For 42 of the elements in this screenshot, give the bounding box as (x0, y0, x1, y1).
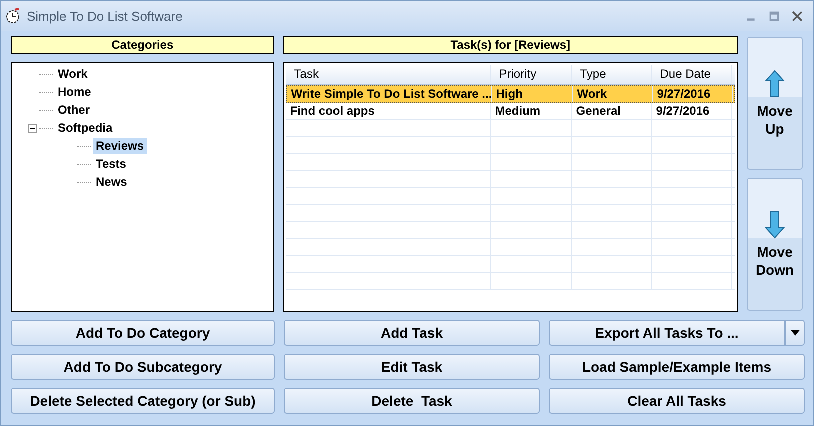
panel-header: Task(s) for [Reviews] (283, 36, 738, 54)
table-cell: Write Simple To Do List Software ... (287, 86, 492, 102)
action-button[interactable]: Delete Selected Category (or Sub) (11, 388, 275, 414)
caret-icon (790, 330, 800, 336)
tree-item[interactable]: Home (55, 84, 94, 100)
table-cell: 9/27/2016 (652, 103, 732, 119)
export-button[interactable]: Export All Tasks To ... (549, 320, 785, 346)
action-button[interactable]: Add To Do Category (11, 320, 275, 346)
column-header[interactable]: Priority (491, 65, 572, 84)
column-header[interactable]: Type (572, 65, 652, 84)
table-cell: Medium (491, 103, 572, 119)
table-cell: High (492, 86, 574, 102)
column-header[interactable]: Task (286, 65, 492, 84)
clock-icon (5, 8, 21, 24)
collapse-toggle[interactable] (28, 124, 37, 132)
up-arrow-icon (765, 70, 785, 98)
action-button[interactable]: Add Task (284, 320, 540, 346)
tree-item[interactable]: News (93, 174, 130, 190)
action-button[interactable]: Clear All Tasks (549, 388, 805, 414)
action-button[interactable]: Delete Task (284, 388, 540, 414)
move-up-button[interactable]: Move Up (747, 37, 803, 170)
column-header[interactable]: Due Date (652, 65, 732, 84)
table-cell: Work (573, 86, 654, 102)
tree-item[interactable]: Softpedia (55, 120, 116, 136)
action-button[interactable]: Load Sample/Example Items (549, 354, 805, 380)
action-button[interactable]: Add To Do Subcategory (11, 354, 275, 380)
close-icon[interactable] (792, 10, 803, 22)
window-title: Simple To Do List Software (27, 8, 183, 24)
table-row[interactable]: Find cool apps Medium General 9/27/2016 (286, 103, 735, 120)
table-row[interactable]: Write Simple To Do List Software ... High Work 9/27/2016 (286, 85, 735, 103)
table-cell: General (572, 103, 652, 119)
tree-item[interactable]: Tests (93, 156, 130, 172)
action-button[interactable]: Edit Task (284, 354, 540, 380)
dropdown-button[interactable] (785, 320, 805, 346)
table-cell: 9/27/2016 (653, 86, 734, 102)
tree-item[interactable]: Reviews (93, 138, 148, 154)
down-arrow-icon (765, 210, 785, 238)
panel-header: Categories (11, 36, 274, 54)
move-down-button[interactable]: Move Down (747, 178, 803, 311)
tree-item[interactable]: Other (55, 102, 94, 118)
tree-item[interactable]: Work (55, 66, 91, 82)
table-cell: Find cool apps (286, 103, 492, 119)
